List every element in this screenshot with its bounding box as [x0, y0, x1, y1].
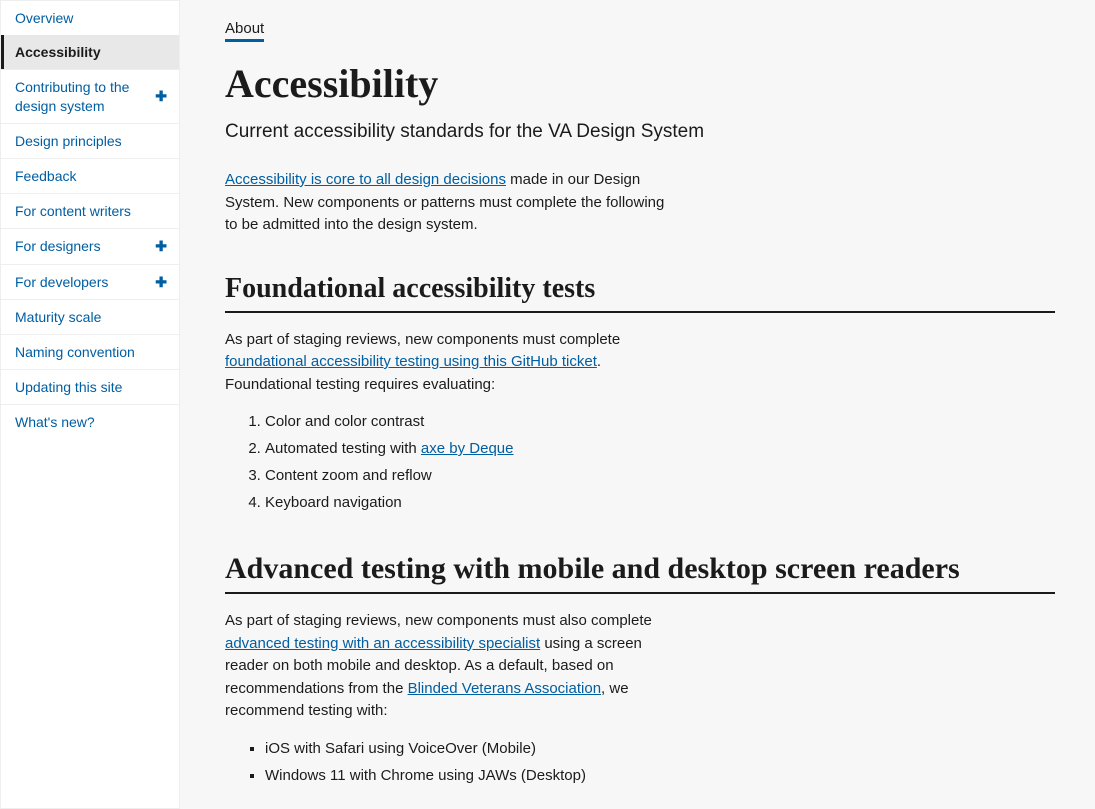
- intro-paragraph: Accessibility is core to all design deci…: [225, 169, 665, 237]
- page-subtitle: Current accessibility standards for the …: [225, 121, 1055, 143]
- page-title: Accessibility: [225, 60, 1055, 107]
- list-item: iOS with Safari using VoiceOver (Mobile): [265, 735, 1055, 762]
- advanced-testing-link[interactable]: advanced testing with an accessibility s…: [225, 635, 540, 652]
- sidebar-item-designers[interactable]: For designers ✚: [1, 228, 179, 263]
- expand-icon[interactable]: ✚: [153, 237, 169, 255]
- section-heading-advanced: Advanced testing with mobile and desktop…: [225, 552, 1055, 594]
- sidebar-item-naming[interactable]: Naming convention: [1, 334, 179, 369]
- sidebar-nav: Overview Accessibility Contributing to t…: [0, 0, 180, 809]
- breadcrumb[interactable]: About: [225, 20, 264, 42]
- sidebar-item-design-principles[interactable]: Design principles: [1, 123, 179, 158]
- expand-icon[interactable]: ✚: [153, 87, 169, 105]
- main-content: About Accessibility Current accessibilit…: [180, 0, 1095, 809]
- sidebar-item-developers[interactable]: For developers ✚: [1, 264, 179, 299]
- bva-link[interactable]: Blinded Veterans Association: [408, 680, 601, 697]
- sidebar-item-maturity[interactable]: Maturity scale: [1, 299, 179, 334]
- list-item: Color and color contrast: [265, 408, 1055, 435]
- sidebar-item-whats-new[interactable]: What's new?: [1, 404, 179, 439]
- sidebar-item-accessibility[interactable]: Accessibility: [1, 35, 179, 69]
- sidebar-item-feedback[interactable]: Feedback: [1, 158, 179, 193]
- intro-link[interactable]: Accessibility is core to all design deci…: [225, 171, 506, 188]
- sidebar-item-updating[interactable]: Updating this site: [1, 369, 179, 404]
- list-item: Content zoom and reflow: [265, 462, 1055, 489]
- sidebar-item-contributing[interactable]: Contributing to the design system ✚: [1, 69, 179, 122]
- section2-paragraph: As part of staging reviews, new componen…: [225, 610, 665, 723]
- screen-reader-list: iOS with Safari using VoiceOver (Mobile)…: [225, 735, 1055, 789]
- list-item: Automated testing with axe by Deque: [265, 435, 1055, 462]
- section-heading-foundational: Foundational accessibility tests: [225, 273, 1055, 313]
- list-item: Windows 11 with Chrome using JAWs (Deskt…: [265, 762, 1055, 789]
- github-ticket-link[interactable]: foundational accessibility testing using…: [225, 353, 597, 370]
- list-item: Keyboard navigation: [265, 489, 1055, 516]
- axe-link[interactable]: axe by Deque: [421, 440, 514, 457]
- sidebar-item-overview[interactable]: Overview: [1, 1, 179, 35]
- expand-icon[interactable]: ✚: [153, 273, 169, 291]
- foundational-list: Color and color contrast Automated testi…: [225, 408, 1055, 516]
- sidebar-item-content-writers[interactable]: For content writers: [1, 193, 179, 228]
- section1-paragraph: As part of staging reviews, new componen…: [225, 329, 665, 397]
